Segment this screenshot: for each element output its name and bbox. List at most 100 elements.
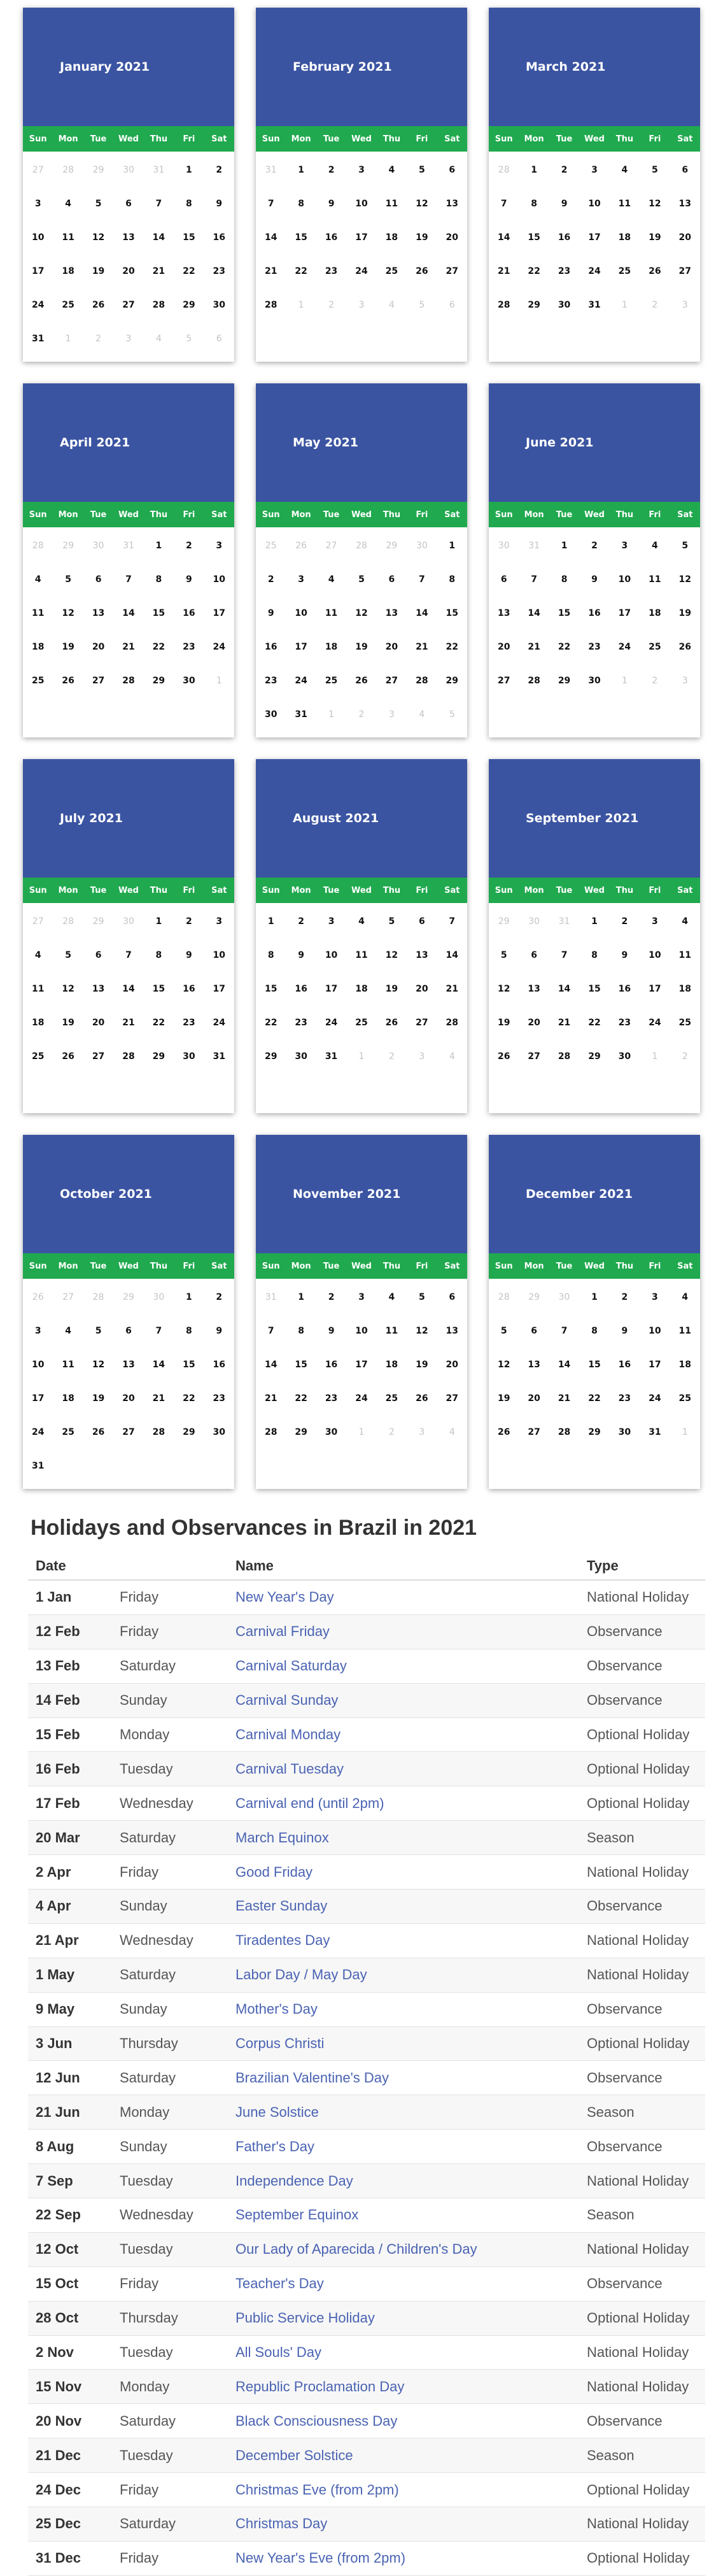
day-cell[interactable]: 1 xyxy=(174,153,204,187)
day-cell[interactable]: 8 xyxy=(549,562,579,596)
day-cell[interactable]: 17 xyxy=(640,1348,670,1381)
adjacent-month-day[interactable]: 3 xyxy=(346,288,376,322)
day-cell[interactable]: 3 xyxy=(640,1280,670,1314)
day-cell[interactable]: 24 xyxy=(640,1381,670,1415)
adjacent-month-day[interactable]: 25 xyxy=(256,529,286,562)
day-cell[interactable]: 10 xyxy=(204,562,234,596)
day-cell[interactable]: 16 xyxy=(316,220,346,254)
day-cell[interactable]: 19 xyxy=(489,1381,519,1415)
day-cell[interactable]: 25 xyxy=(53,288,83,322)
day-cell[interactable]: 21 xyxy=(437,972,467,1006)
day-cell[interactable]: 30 xyxy=(316,1415,346,1449)
day-cell[interactable]: 13 xyxy=(83,596,113,630)
adjacent-month-day[interactable]: 1 xyxy=(610,664,640,697)
day-cell[interactable]: 24 xyxy=(579,254,609,288)
day-cell[interactable]: 2 xyxy=(204,153,234,187)
day-cell[interactable]: 2 xyxy=(286,904,316,938)
day-cell[interactable]: 8 xyxy=(437,562,467,596)
day-cell[interactable]: 3 xyxy=(23,1314,53,1348)
day-cell[interactable]: 28 xyxy=(519,664,549,697)
day-cell[interactable]: 24 xyxy=(23,288,53,322)
adjacent-month-day[interactable]: 4 xyxy=(377,288,407,322)
day-cell[interactable]: 3 xyxy=(610,529,640,562)
day-cell[interactable]: 28 xyxy=(113,1039,143,1073)
adjacent-month-day[interactable]: 3 xyxy=(670,664,700,697)
day-cell[interactable]: 22 xyxy=(174,254,204,288)
day-cell[interactable]: 23 xyxy=(174,630,204,664)
day-cell[interactable]: 19 xyxy=(489,1006,519,1039)
day-cell[interactable]: 21 xyxy=(144,1381,174,1415)
day-cell[interactable]: 10 xyxy=(640,1314,670,1348)
day-cell[interactable]: 4 xyxy=(23,562,53,596)
day-cell[interactable]: 11 xyxy=(346,938,376,972)
adjacent-month-day[interactable]: 3 xyxy=(670,288,700,322)
day-cell[interactable]: 21 xyxy=(113,630,143,664)
holiday-name-link[interactable]: December Solstice xyxy=(228,2438,579,2473)
adjacent-month-day[interactable]: 31 xyxy=(549,904,579,938)
day-cell[interactable]: 4 xyxy=(640,529,670,562)
day-cell[interactable]: 29 xyxy=(549,664,579,697)
day-cell[interactable]: 28 xyxy=(113,664,143,697)
day-cell[interactable]: 19 xyxy=(83,254,113,288)
day-cell[interactable]: 14 xyxy=(437,938,467,972)
day-cell[interactable]: 6 xyxy=(407,904,437,938)
day-cell[interactable]: 12 xyxy=(670,562,700,596)
adjacent-month-day[interactable]: 2 xyxy=(316,288,346,322)
day-cell[interactable]: 5 xyxy=(53,938,83,972)
adjacent-month-day[interactable]: 2 xyxy=(377,1415,407,1449)
day-cell[interactable]: 9 xyxy=(610,938,640,972)
day-cell[interactable]: 11 xyxy=(53,1348,83,1381)
holiday-name-link[interactable]: New Year's Eve (from 2pm) xyxy=(228,2541,579,2576)
day-cell[interactable]: 21 xyxy=(144,254,174,288)
day-cell[interactable]: 17 xyxy=(286,630,316,664)
day-cell[interactable]: 24 xyxy=(286,664,316,697)
adjacent-month-day[interactable]: 2 xyxy=(83,322,113,355)
day-cell[interactable]: 24 xyxy=(610,630,640,664)
day-cell[interactable]: 7 xyxy=(144,1314,174,1348)
day-cell[interactable]: 30 xyxy=(549,288,579,322)
day-cell[interactable]: 6 xyxy=(437,1280,467,1314)
adjacent-month-day[interactable]: 31 xyxy=(256,153,286,187)
adjacent-month-day[interactable]: 3 xyxy=(407,1415,437,1449)
adjacent-month-day[interactable]: 2 xyxy=(640,664,670,697)
day-cell[interactable]: 7 xyxy=(113,938,143,972)
day-cell[interactable]: 13 xyxy=(519,1348,549,1381)
day-cell[interactable]: 12 xyxy=(346,596,376,630)
day-cell[interactable]: 10 xyxy=(640,938,670,972)
day-cell[interactable]: 4 xyxy=(53,1314,83,1348)
day-cell[interactable]: 9 xyxy=(610,1314,640,1348)
day-cell[interactable]: 17 xyxy=(610,596,640,630)
adjacent-month-day[interactable]: 28 xyxy=(23,529,53,562)
adjacent-month-day[interactable]: 26 xyxy=(286,529,316,562)
day-cell[interactable]: 15 xyxy=(144,596,174,630)
day-cell[interactable]: 29 xyxy=(437,664,467,697)
day-cell[interactable]: 26 xyxy=(83,288,113,322)
day-cell[interactable]: 19 xyxy=(407,1348,437,1381)
day-cell[interactable]: 13 xyxy=(407,938,437,972)
adjacent-month-day[interactable]: 1 xyxy=(286,288,316,322)
day-cell[interactable]: 25 xyxy=(53,1415,83,1449)
day-cell[interactable]: 16 xyxy=(610,972,640,1006)
day-cell[interactable]: 18 xyxy=(377,1348,407,1381)
day-cell[interactable]: 25 xyxy=(640,630,670,664)
day-cell[interactable]: 9 xyxy=(174,562,204,596)
day-cell[interactable]: 29 xyxy=(174,288,204,322)
day-cell[interactable]: 23 xyxy=(316,1381,346,1415)
day-cell[interactable]: 1 xyxy=(286,153,316,187)
day-cell[interactable]: 4 xyxy=(346,904,376,938)
day-cell[interactable]: 13 xyxy=(489,596,519,630)
day-cell[interactable]: 6 xyxy=(670,153,700,187)
day-cell[interactable]: 16 xyxy=(256,630,286,664)
day-cell[interactable]: 26 xyxy=(407,254,437,288)
day-cell[interactable]: 5 xyxy=(53,562,83,596)
day-cell[interactable]: 1 xyxy=(549,529,579,562)
day-cell[interactable]: 17 xyxy=(346,220,376,254)
day-cell[interactable]: 10 xyxy=(316,938,346,972)
day-cell[interactable]: 4 xyxy=(316,562,346,596)
adjacent-month-day[interactable]: 29 xyxy=(377,529,407,562)
day-cell[interactable]: 12 xyxy=(489,972,519,1006)
day-cell[interactable]: 15 xyxy=(437,596,467,630)
day-cell[interactable]: 15 xyxy=(286,1348,316,1381)
day-cell[interactable]: 2 xyxy=(256,562,286,596)
day-cell[interactable]: 7 xyxy=(549,938,579,972)
